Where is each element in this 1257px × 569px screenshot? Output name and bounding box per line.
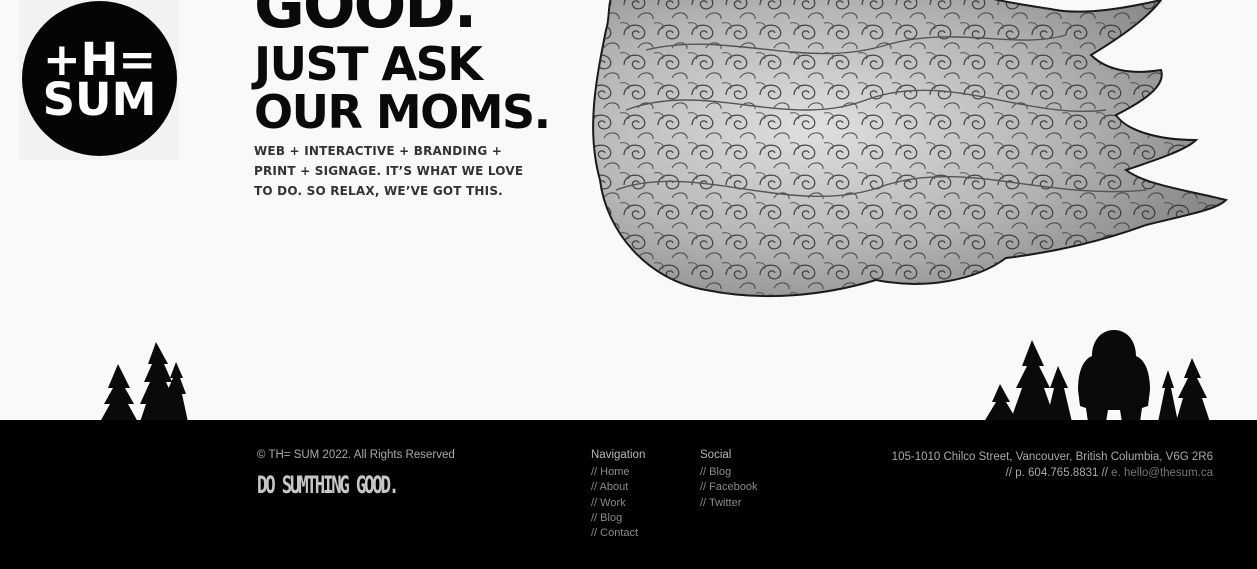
hero-headline: GOOD. JUST ASK OUR MOMS. [254,0,551,139]
swirl-cloud-illustration [592,0,1228,298]
hero-section: +H= SUM GOOD. JUST ASK OUR MOMS. WEB + I… [0,0,1257,420]
social-heading: Social [700,449,732,461]
address: 105-1010 Chilco Street, Vancouver, Briti… [891,451,1213,463]
navigation-heading: Navigation [591,449,646,461]
phone: // p. 604.765.8831 // [1005,467,1108,479]
site-footer: © TH= SUM 2022. All Rights Reserved DO S… [0,420,1257,569]
nav-link-blog[interactable]: // Blog [591,511,645,526]
logo-link[interactable]: +H= SUM [19,0,179,160]
slogan: DO SUMTHING GOOD. [257,471,399,499]
footer-navigation: Navigation // Home // About // Work // B… [591,449,645,541]
nav-link-about[interactable]: // About [591,480,645,495]
hero-tagline: WEB + INTERACTIVE + BRANDING + PRINT + S… [254,144,524,198]
nav-link-work[interactable]: // Work [591,496,645,511]
email-link[interactable]: hello@thesum.ca [1124,467,1213,479]
contact-info: 105-1010 Chilco Street, Vancouver, Briti… [892,449,1213,481]
trees-and-bigfoot-illustration [985,330,1210,420]
nav-link-contact[interactable]: // Contact [591,526,645,541]
nav-link-home[interactable]: // Home [591,465,645,480]
logo: +H= SUM [22,1,177,156]
footer-social: Social // Blog // Facebook // Twitter [700,449,757,511]
pine-trees-left-illustration [101,342,188,420]
social-link-twitter[interactable]: // Twitter [700,496,757,511]
email-prefix: e. [1111,467,1121,479]
logo-text-line-2: SUM [42,72,157,126]
social-link-blog[interactable]: // Blog [700,465,757,480]
copyright-text: © TH= SUM 2022. All Rights Reserved [257,449,455,461]
headline-line-2: JUST ASK [254,37,483,91]
social-link-facebook[interactable]: // Facebook [700,480,757,495]
headline-line-3: OUR MOMS. [254,85,551,139]
headline-line-1: GOOD. [254,0,477,42]
